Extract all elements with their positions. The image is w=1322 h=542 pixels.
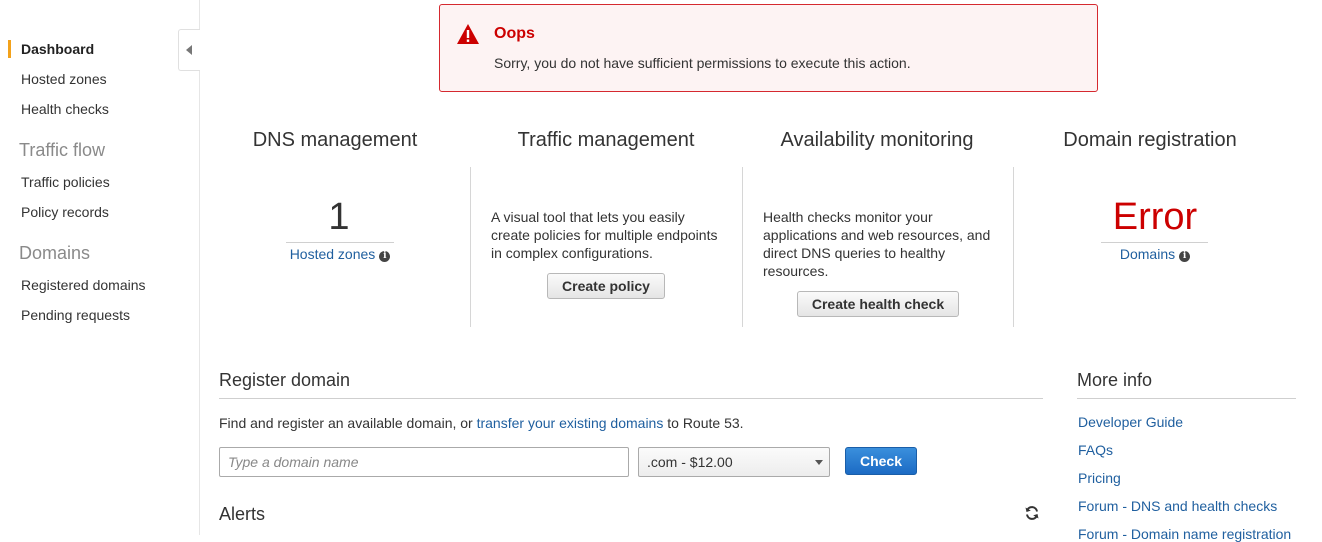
tld-select-value: .com - $12.00	[647, 454, 733, 470]
refresh-icon[interactable]	[1024, 505, 1040, 521]
availability-description: Health checks monitor your applications …	[763, 209, 991, 279]
traffic-management-title: Traffic management	[517, 129, 695, 151]
sidebar-item-registered-domains[interactable]: Registered domains	[21, 277, 146, 293]
sidebar-item-traffic-policies[interactable]: Traffic policies	[21, 174, 110, 190]
section-divider	[219, 398, 1043, 399]
pricing-link[interactable]: Pricing	[1078, 470, 1121, 486]
error-message: Sorry, you do not have sufficient permis…	[494, 55, 911, 71]
more-info-title: More info	[1077, 370, 1153, 390]
error-title: Oops	[494, 25, 535, 42]
sidebar-section-domains: Domains	[19, 243, 91, 263]
domains-stat: Domains i	[1085, 246, 1225, 262]
check-button[interactable]: Check	[845, 447, 917, 475]
stat-underline	[1101, 242, 1208, 243]
sidebar: Dashboard Hosted zones Health checks Tra…	[0, 0, 200, 535]
hosted-zones-stat: Hosted zones i	[270, 246, 410, 262]
hosted-zones-link[interactable]: Hosted zones	[290, 246, 376, 262]
chevron-down-icon	[815, 460, 823, 465]
domain-registration-status: Error	[1112, 196, 1198, 238]
register-intro-text: Find and register an available domain, o…	[219, 415, 473, 431]
dns-management-title: DNS management	[252, 129, 418, 151]
domains-link[interactable]: Domains	[1120, 246, 1175, 262]
faqs-link[interactable]: FAQs	[1078, 442, 1113, 458]
create-health-check-button[interactable]: Create health check	[797, 291, 959, 317]
sidebar-item-health-checks[interactable]: Health checks	[21, 101, 109, 117]
availability-monitoring-title: Availability monitoring	[780, 129, 974, 151]
forum-dns-link[interactable]: Forum - DNS and health checks	[1078, 498, 1277, 514]
hosted-zones-count: 1	[328, 196, 350, 238]
column-divider	[1013, 167, 1014, 327]
domain-registration-title: Domain registration	[1063, 129, 1237, 151]
sidebar-item-policy-records[interactable]: Policy records	[21, 204, 109, 220]
error-banner: Oops Sorry, you do not have sufficient p…	[439, 4, 1098, 92]
info-icon[interactable]: i	[379, 251, 391, 262]
chevron-left-icon	[186, 45, 192, 55]
warning-triangle-icon	[457, 24, 479, 44]
sidebar-item-hosted-zones[interactable]: Hosted zones	[21, 71, 107, 87]
register-intro-suffix: to Route 53.	[667, 415, 744, 431]
register-intro: Find and register an available domain, o…	[219, 415, 744, 431]
column-divider	[742, 167, 743, 327]
register-domain-title: Register domain	[219, 370, 351, 390]
transfer-domains-link[interactable]: transfer your existing domains	[477, 415, 664, 431]
info-icon[interactable]: i	[1179, 251, 1191, 262]
active-indicator	[8, 40, 11, 58]
sidebar-item-dashboard[interactable]: Dashboard	[21, 41, 94, 57]
column-divider	[470, 167, 471, 327]
alerts-title: Alerts	[219, 504, 266, 524]
domain-name-input[interactable]	[219, 447, 629, 477]
developer-guide-link[interactable]: Developer Guide	[1078, 414, 1183, 430]
forum-domain-registration-link[interactable]: Forum - Domain name registration	[1078, 526, 1291, 542]
traffic-description: A visual tool that lets you easily creat…	[491, 209, 718, 261]
sidebar-section-traffic-flow: Traffic flow	[19, 140, 106, 160]
section-divider	[1077, 398, 1296, 399]
sidebar-collapse-button[interactable]	[178, 29, 200, 71]
tld-select[interactable]: .com - $12.00	[638, 447, 830, 477]
stat-underline	[286, 242, 394, 243]
sidebar-item-pending-requests[interactable]: Pending requests	[21, 307, 130, 323]
create-policy-button[interactable]: Create policy	[547, 273, 665, 299]
